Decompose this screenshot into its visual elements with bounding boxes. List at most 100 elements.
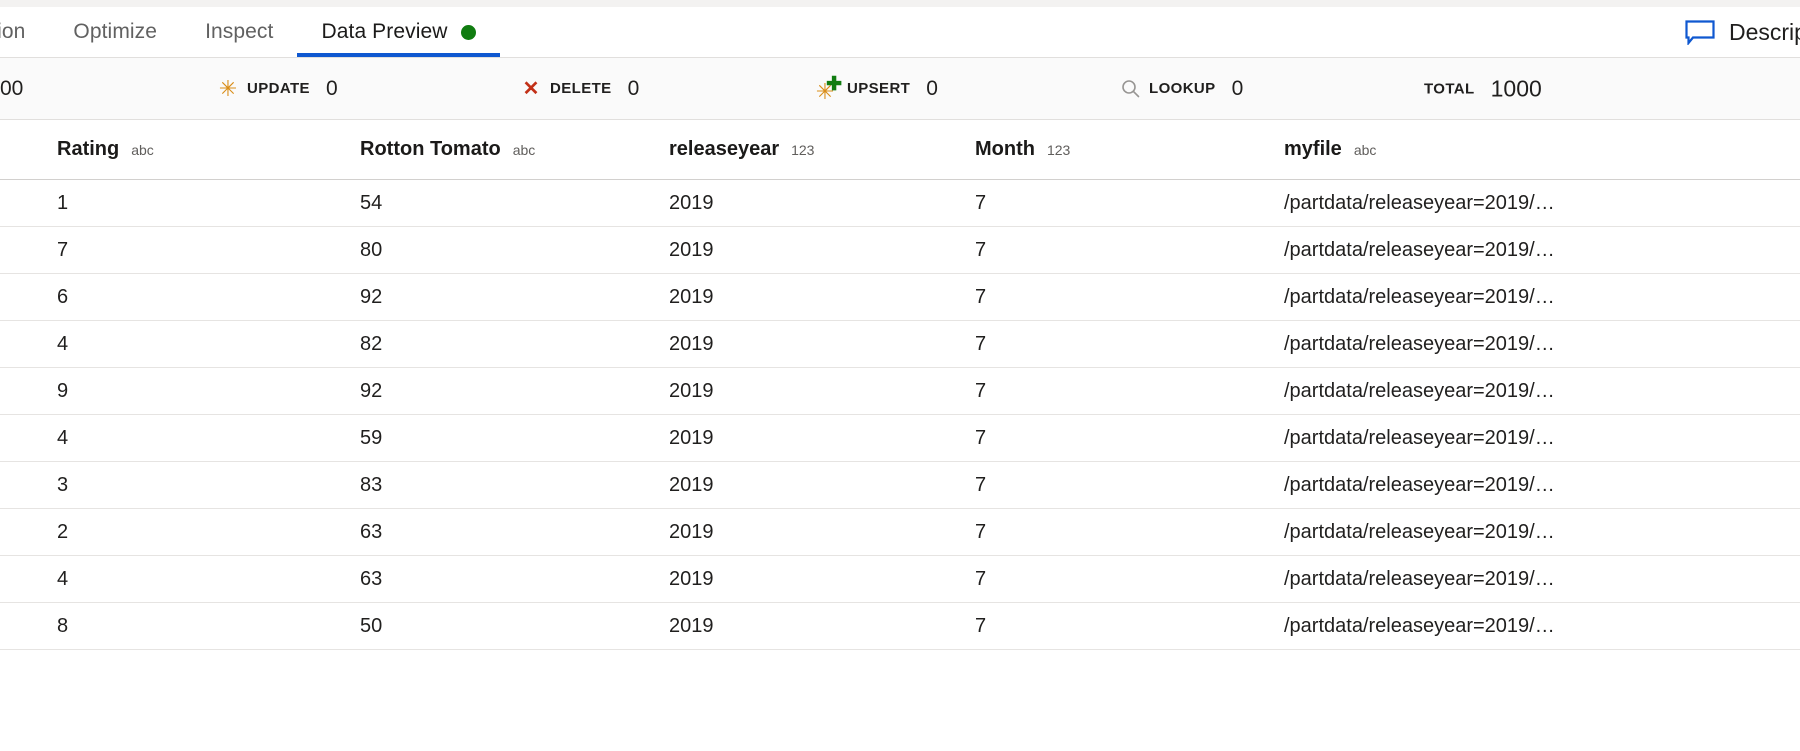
- stat-value: 0: [627, 76, 640, 100]
- table-cell: 4: [57, 567, 69, 590]
- tab-jection[interactable]: jection: [0, 7, 49, 57]
- column-header-label: Month: [975, 138, 1035, 160]
- table-cell: 82: [360, 332, 383, 355]
- table-cell: 1: [57, 191, 69, 214]
- table-cell: 3: [57, 473, 69, 496]
- table-cell: 2019: [669, 332, 714, 355]
- asterisk-icon: ✳: [218, 75, 238, 101]
- tab-inspect[interactable]: Inspect: [181, 7, 297, 57]
- tab-active-underline: [297, 53, 500, 57]
- table-cell: 54: [360, 191, 383, 214]
- table-cell: /partdata/releaseyear=2019/…: [1284, 473, 1555, 496]
- table-cell: 4: [57, 426, 69, 449]
- stat-total: TOTAL 1000: [1424, 75, 1542, 102]
- table-cell: 8: [57, 614, 69, 637]
- table-row[interactable]: 3 83 2019 7/partdata/releaseyear=2019/…: [0, 462, 1800, 509]
- table-row[interactable]: 7 80 2019 7/partdata/releaseyear=2019/…: [0, 227, 1800, 274]
- table-cell: /partdata/releaseyear=2019/…: [1284, 379, 1555, 402]
- tab-label: Data Preview: [321, 20, 448, 43]
- table-row[interactable]: 4 82 2019 7/partdata/releaseyear=2019/…: [0, 321, 1800, 368]
- column-type-tag: abc: [1353, 142, 1377, 158]
- table-cell: /partdata/releaseyear=2019/…: [1284, 614, 1555, 637]
- table-row[interactable]: 4 59 2019 7/partdata/releaseyear=2019/…: [0, 415, 1800, 462]
- stat-upsert: ✳ ✚ UPSERT 0: [815, 73, 938, 104]
- column-header-rotton-tomato[interactable]: Rotton Tomato abc: [360, 138, 665, 161]
- table-cell: 92: [360, 379, 383, 402]
- table-cell: 7: [975, 332, 987, 355]
- stat-delete: ✕ DELETE 0: [521, 76, 640, 101]
- tab-data-preview[interactable]: Data Preview: [297, 7, 500, 57]
- column-header-label: releaseyear: [669, 138, 780, 160]
- table-cell: 83: [360, 473, 383, 496]
- table-cell: 2019: [669, 238, 714, 261]
- table-cell: 7: [975, 379, 987, 402]
- table-cell: 2019: [669, 191, 714, 214]
- tab-label: jection: [0, 20, 26, 43]
- stat-value: 00: [0, 76, 24, 100]
- table-cell: /partdata/releaseyear=2019/…: [1284, 191, 1555, 214]
- table-cell: 7: [975, 473, 987, 496]
- description-button[interactable]: Description: [1685, 19, 1800, 46]
- column-type-tag: 123: [791, 142, 815, 158]
- table-cell: 7: [975, 238, 987, 261]
- table-cell: 7: [975, 520, 987, 543]
- table-cell: 2: [57, 520, 69, 543]
- table-cell: /partdata/releaseyear=2019/…: [1284, 285, 1555, 308]
- column-type-tag: abc: [512, 142, 536, 158]
- table-cell: 6: [57, 285, 69, 308]
- table-cell: 2019: [669, 567, 714, 590]
- description-button-label: Description: [1728, 18, 1800, 45]
- table-row[interactable]: 8 50 2019 7/partdata/releaseyear=2019/…: [0, 603, 1800, 650]
- stat-value: 0: [325, 76, 338, 100]
- stats-bar: 00 ✳ UPDATE 0 ✕ DELETE 0 ✳ ✚ UPSERT 0 LOOKUP 0 TOTAL 1…: [0, 58, 1800, 120]
- table-cell: 92: [360, 285, 383, 308]
- plus-icon: ✚: [826, 73, 842, 95]
- table-cell: /partdata/releaseyear=2019/…: [1284, 426, 1555, 449]
- table-cell: /partdata/releaseyear=2019/…: [1284, 238, 1555, 261]
- table-cell: 4: [57, 332, 69, 355]
- table-cell: 2019: [669, 379, 714, 402]
- table-row[interactable]: 9 92 2019 7/partdata/releaseyear=2019/…: [0, 368, 1800, 415]
- tab-optimize[interactable]: Optimize: [49, 7, 181, 57]
- table-cell: 2019: [669, 285, 714, 308]
- table-cell: 2019: [669, 473, 714, 496]
- table-cell: /partdata/releaseyear=2019/…: [1284, 567, 1555, 590]
- table-row[interactable]: 2 63 2019 7/partdata/releaseyear=2019/…: [0, 509, 1800, 556]
- column-header-myfile[interactable]: myfile abc: [1275, 138, 1795, 161]
- stat-label: UPDATE: [247, 80, 310, 97]
- table-cell: 7: [975, 614, 987, 637]
- table-cell: 9: [57, 379, 69, 402]
- tab-label: Optimize: [73, 20, 158, 43]
- stat-insert: 00: [0, 77, 23, 101]
- callout-bubble-icon: [1685, 19, 1715, 45]
- status-dot-green-icon: [460, 24, 476, 40]
- column-header-label: Rating: [57, 138, 120, 160]
- column-header-releaseyear[interactable]: releaseyear 123: [665, 138, 970, 161]
- asterisk-plus-icon: ✳ ✚: [815, 73, 842, 104]
- column-type-tag: abc: [131, 142, 154, 158]
- table-cell: 7: [975, 426, 987, 449]
- table-row[interactable]: 6 92 2019 7/partdata/releaseyear=2019/…: [0, 274, 1800, 321]
- column-header-label: myfile: [1284, 138, 1342, 160]
- table-cell: 7: [975, 567, 987, 590]
- tab-list: jection Optimize Inspect Data Preview: [0, 7, 500, 57]
- header-actions: Description: [1685, 7, 1800, 57]
- column-header-month[interactable]: Month 123: [970, 138, 1275, 161]
- stat-label: TOTAL: [1424, 80, 1475, 97]
- stat-label: UPSERT: [847, 80, 911, 97]
- table-cell: 2019: [669, 520, 714, 543]
- x-icon: ✕: [522, 77, 540, 100]
- table-cell: 7: [57, 238, 69, 261]
- table-cell: 59: [360, 426, 383, 449]
- column-type-tag: 123: [1046, 142, 1071, 158]
- tab-label: Inspect: [205, 20, 274, 43]
- stat-value: 0: [926, 76, 938, 100]
- stat-value: 1000: [1490, 75, 1542, 101]
- table-cell: 2019: [669, 426, 714, 449]
- column-header-rating[interactable]: Rating abc: [0, 138, 360, 161]
- table-cell: 63: [360, 567, 383, 590]
- table-row[interactable]: 4 63 2019 7/partdata/releaseyear=2019/…: [0, 556, 1800, 603]
- top-strip: [0, 0, 1800, 7]
- stat-update: ✳ UPDATE 0: [218, 77, 338, 101]
- table-row[interactable]: 1 54 2019 7/partdata/releaseyear=2019/…: [0, 180, 1800, 227]
